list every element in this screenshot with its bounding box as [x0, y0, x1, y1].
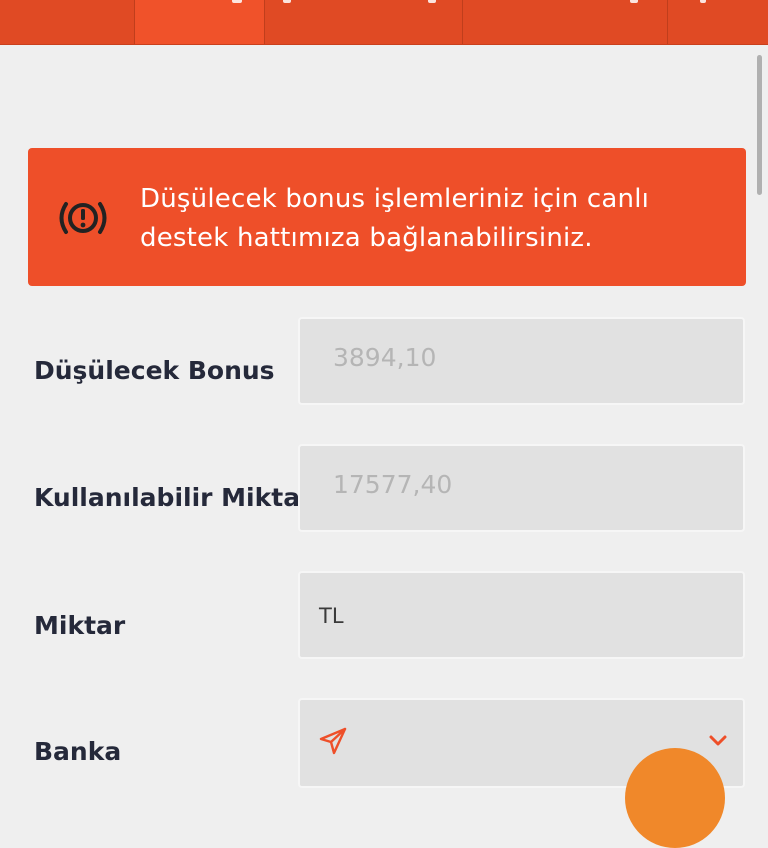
alert-circle-icon [59, 202, 107, 234]
amount-input[interactable]: TL [298, 571, 745, 659]
bonus-value: 3894,10 [333, 343, 437, 372]
tab-4[interactable] [463, 0, 667, 44]
available-amount-value: 17577,40 [333, 470, 453, 499]
alert-message: Düşülecek bonus işlemleriniz için canlı … [140, 180, 700, 258]
tab-3[interactable] [265, 0, 462, 44]
alert-message-line-2: destek hattımıza bağlanabilirsiniz. [140, 223, 593, 253]
bonus-label: Düşülecek Bonus [34, 356, 275, 385]
amount-currency: TL [319, 604, 344, 628]
scrollbar[interactable] [757, 55, 762, 195]
tab-5[interactable] [668, 0, 768, 44]
bank-label: Banka [34, 737, 122, 766]
chevron-down-icon[interactable] [709, 734, 727, 748]
alert-message-line-1: Düşülecek bonus işlemleriniz için canlı [140, 184, 650, 214]
tab-1[interactable] [0, 0, 134, 44]
floating-action-button[interactable] [625, 748, 725, 848]
available-amount-field: 17577,40 [298, 444, 745, 532]
tab-2-active[interactable] [135, 0, 264, 44]
available-amount-label: Kullanılabilir Miktar [34, 483, 313, 512]
send-icon [319, 727, 347, 755]
amount-label: Miktar [34, 611, 126, 640]
bonus-field: 3894,10 [298, 317, 745, 405]
top-tab-bar [0, 0, 768, 45]
